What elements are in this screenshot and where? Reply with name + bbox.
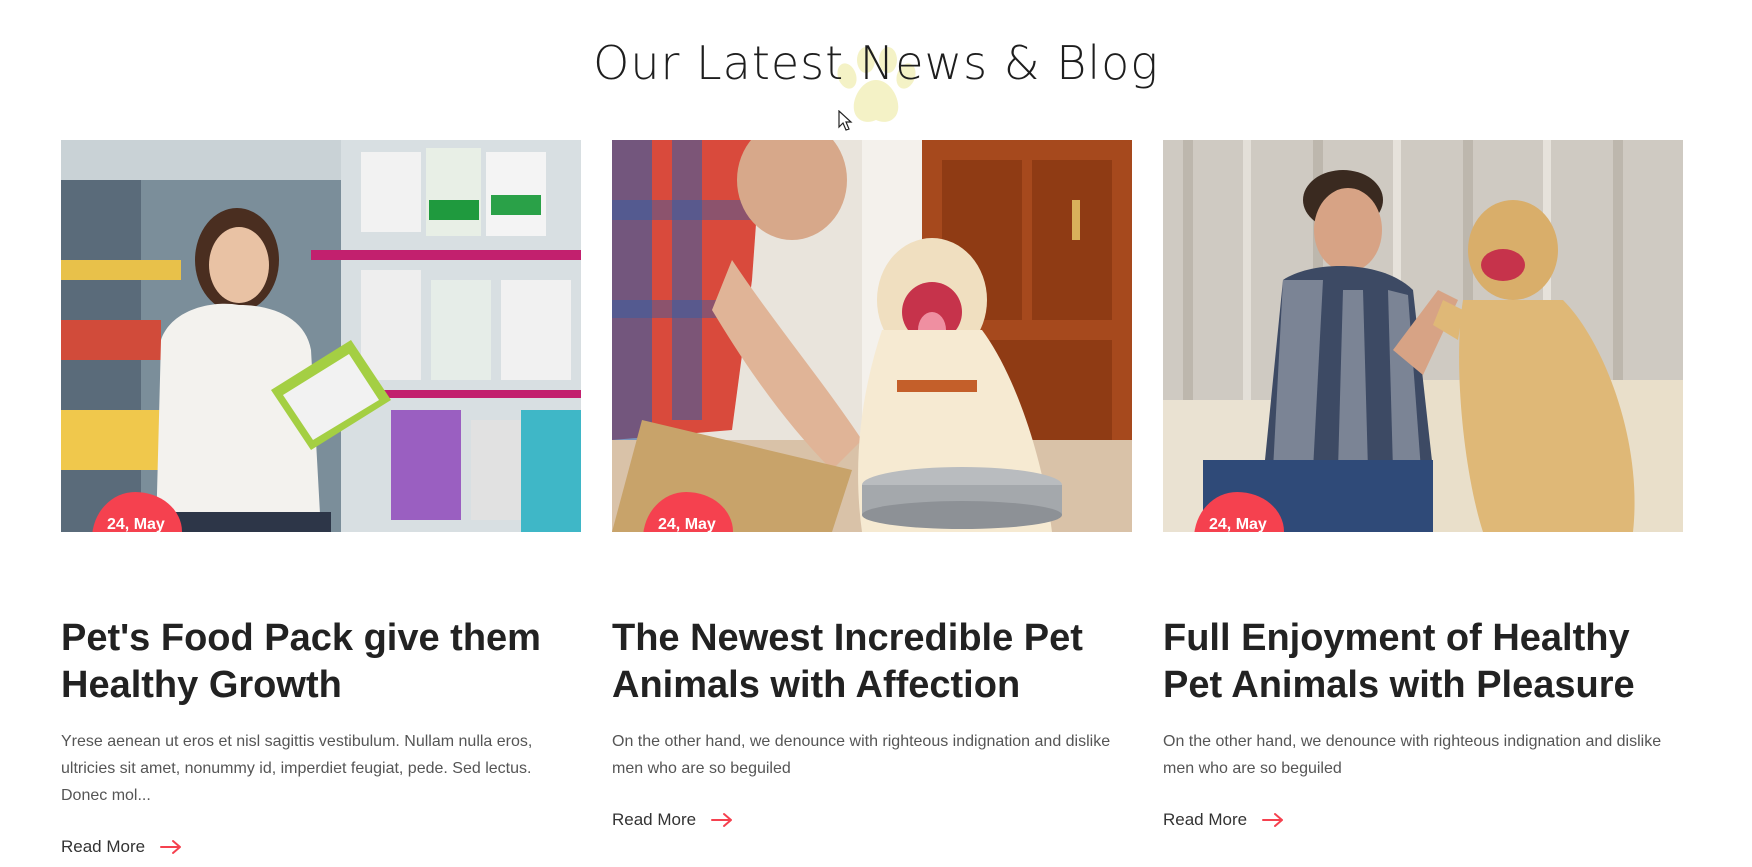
blog-card: 24, May 2022 The Newest Incredible Pet A… <box>612 140 1132 829</box>
post-photo <box>1163 140 1683 532</box>
arrow-right-icon <box>711 813 733 827</box>
section-header: Our Latest News & Blog <box>0 28 1752 122</box>
post-title[interactable]: The Newest Incredible Pet Animals with A… <box>612 615 1132 709</box>
post-excerpt: On the other hand, we denounce with righ… <box>612 733 1111 777</box>
post-image-man-feeding-labrador[interactable]: 24, May 2022 <box>612 140 1132 532</box>
post-title[interactable]: Full Enjoyment of Healthy Pet Animals wi… <box>1163 615 1683 709</box>
blog-card: 24, May 2022 Pet's Food Pack give them H… <box>61 140 581 856</box>
read-more-label: Read More <box>61 837 146 856</box>
date-day-month: 24, May <box>107 516 165 532</box>
read-more-link[interactable]: Read More <box>1163 810 1285 830</box>
blog-section: Our Latest News & Blog 24, May Pet's Foo… <box>0 0 1752 867</box>
post-photo <box>61 140 581 532</box>
mouse-cursor-icon <box>838 110 853 131</box>
post-photo <box>612 140 1132 532</box>
date-day-month: 24, May <box>658 516 716 532</box>
date-day-month: 24, May <box>1209 516 1267 532</box>
post-excerpt: Yrese aenean ut eros et nisl sagittis ve… <box>61 733 533 804</box>
read-more-label: Read More <box>612 810 697 829</box>
post-title[interactable]: Pet's Food Pack give them Healthy Growth <box>61 615 581 709</box>
read-more-link[interactable]: Read More <box>61 837 183 857</box>
blog-card: 24, May 2022 Full Enjoyment of Healthy P… <box>1163 140 1683 829</box>
post-excerpt: On the other hand, we denounce with righ… <box>1163 733 1662 777</box>
read-more-link[interactable]: Read More <box>612 810 734 830</box>
arrow-right-icon <box>160 840 182 854</box>
section-title: Our Latest News & Blog <box>593 36 1159 90</box>
post-image-woman-shopping-pet-food[interactable]: 24, May 2022 <box>61 140 581 532</box>
read-more-label: Read More <box>1163 810 1248 829</box>
post-image-man-high-five-labrador[interactable]: 24, May 2022 <box>1163 140 1683 532</box>
arrow-right-icon <box>1262 813 1284 827</box>
